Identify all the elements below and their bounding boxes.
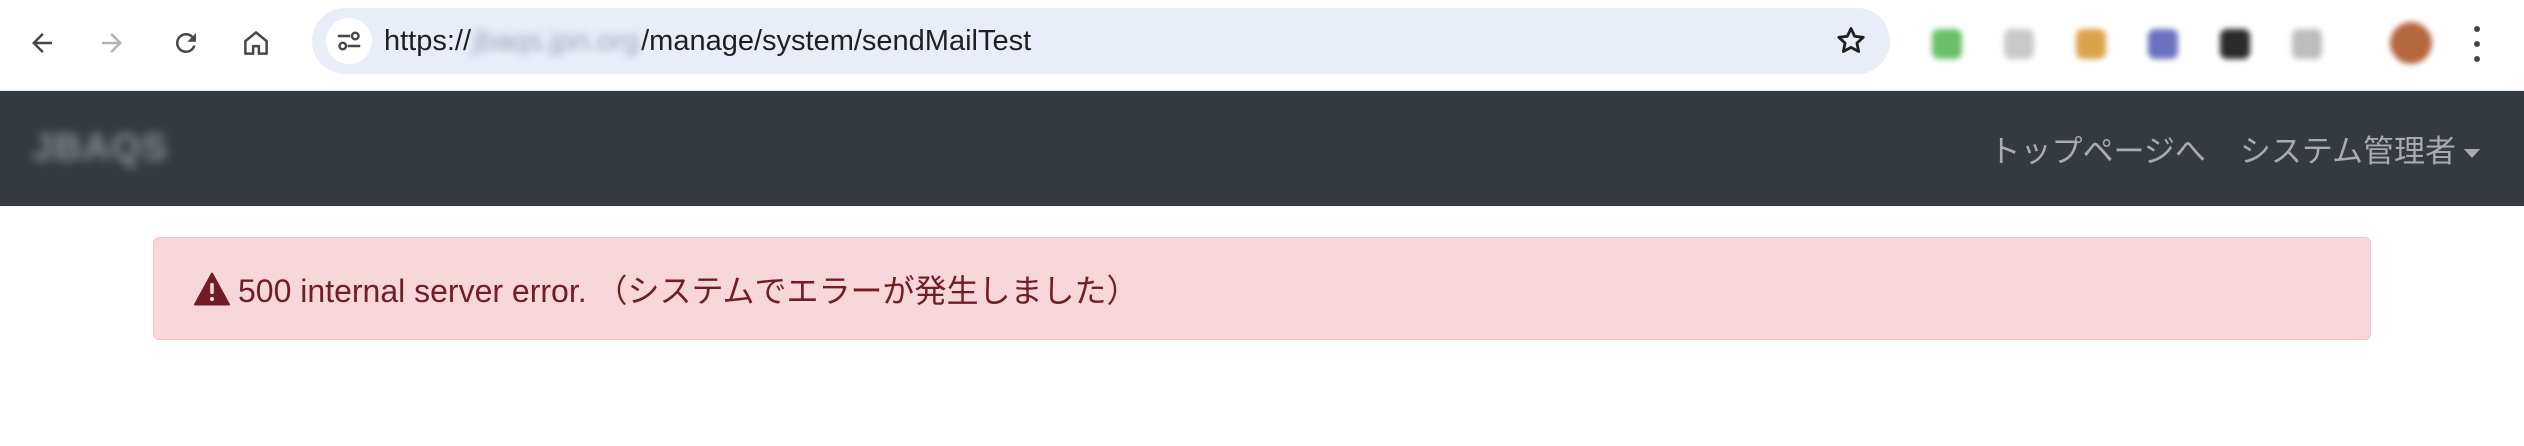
home-icon bbox=[244, 31, 268, 55]
url-text[interactable]: https://jbaqs.jpn.org/manage/system/send… bbox=[384, 8, 1031, 74]
address-bar[interactable]: https://jbaqs.jpn.org/manage/system/send… bbox=[312, 8, 1890, 74]
home-button[interactable] bbox=[230, 17, 282, 69]
reload-icon bbox=[175, 32, 196, 53]
extension-icon[interactable] bbox=[1932, 29, 1962, 59]
bookmark-button[interactable] bbox=[1832, 22, 1870, 60]
error-alert: 500 internal server error. （システムでエラーが発生し… bbox=[153, 237, 2371, 340]
extension-icon[interactable] bbox=[2076, 29, 2106, 59]
star-icon bbox=[1837, 27, 1865, 53]
extension-icon[interactable] bbox=[2004, 29, 2034, 59]
profile-avatar[interactable] bbox=[2390, 22, 2432, 64]
warning-triangle-icon bbox=[194, 272, 230, 306]
forward-button[interactable] bbox=[86, 17, 138, 69]
extension-icon[interactable] bbox=[2148, 29, 2178, 59]
url-path: /manage/system/sendMailTest bbox=[641, 25, 1032, 57]
reload-button[interactable] bbox=[160, 17, 212, 69]
url-scheme: https:// bbox=[384, 25, 472, 57]
arrow-right-icon bbox=[102, 33, 122, 53]
browser-toolbar: https://jbaqs.jpn.org/manage/system/send… bbox=[0, 0, 2524, 91]
nav-dropdown-label: システム管理者 bbox=[2239, 134, 2456, 169]
back-button[interactable] bbox=[16, 17, 68, 69]
nav-dropdown-system-admin[interactable]: システム管理者 bbox=[2240, 126, 2480, 171]
app-navbar: JBAQS トップページへ システム管理者 bbox=[0, 91, 2524, 206]
caret-down-icon bbox=[2464, 149, 2480, 159]
navbar-links: トップページへ システム管理者 bbox=[1990, 91, 2480, 206]
tune-icon bbox=[337, 31, 361, 51]
nav-link-top-page[interactable]: トップページへ bbox=[1990, 126, 2206, 171]
extensions-area bbox=[1902, 14, 2432, 74]
url-host-redacted: jbaqs.jpn.org bbox=[473, 25, 640, 57]
extension-icon[interactable] bbox=[2292, 29, 2322, 59]
arrow-left-icon bbox=[32, 33, 52, 53]
error-message: 500 internal server error. （システムでエラーが発生し… bbox=[238, 272, 1139, 309]
brand-logo[interactable]: JBAQS bbox=[32, 91, 168, 206]
kebab-menu-icon[interactable] bbox=[2462, 26, 2492, 62]
extension-icon[interactable] bbox=[2220, 29, 2250, 59]
site-info-button[interactable] bbox=[326, 18, 372, 64]
